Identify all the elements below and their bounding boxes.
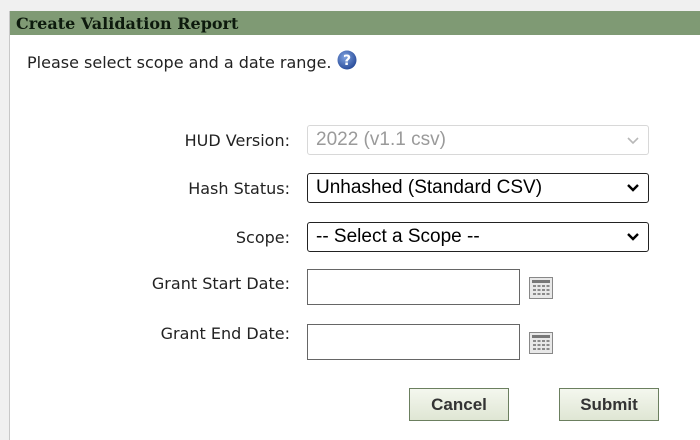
dialog-title: Create Validation Report bbox=[10, 11, 700, 35]
hud-version-select: 2022 (v1.1 csv) bbox=[307, 125, 649, 155]
chevron-down-icon bbox=[627, 233, 639, 241]
help-icon[interactable]: ? bbox=[337, 50, 357, 70]
grant-end-date-label: Grant End Date: bbox=[160, 324, 290, 343]
hash-status-row: Hash Status: Unhashed (Standard CSV) bbox=[10, 173, 700, 205]
grant-start-date-input[interactable] bbox=[307, 269, 520, 305]
intro-text: Please select scope and a date range. bbox=[27, 53, 332, 72]
grant-start-date-row: Grant Start Date: bbox=[10, 269, 700, 309]
scope-value: -- Select a Scope -- bbox=[316, 226, 480, 247]
scope-row: Scope: -- Select a Scope -- bbox=[10, 222, 700, 254]
hud-version-value: 2022 (v1.1 csv) bbox=[316, 129, 446, 150]
calendar-icon[interactable] bbox=[528, 276, 554, 300]
cancel-button[interactable]: Cancel bbox=[409, 388, 509, 421]
hash-status-label: Hash Status: bbox=[188, 179, 290, 198]
chevron-down-icon bbox=[627, 137, 639, 145]
hash-status-value: Unhashed (Standard CSV) bbox=[316, 177, 543, 198]
hud-version-row: HUD Version: 2022 (v1.1 csv) bbox=[10, 125, 700, 157]
scope-label: Scope: bbox=[235, 228, 290, 247]
calendar-icon[interactable] bbox=[528, 331, 554, 355]
grant-end-date-row: Grant End Date: bbox=[10, 324, 700, 364]
intro-text-row: Please select scope and a date range. ? bbox=[27, 50, 357, 72]
grant-end-date-input[interactable] bbox=[307, 324, 520, 360]
chevron-down-icon bbox=[627, 184, 639, 192]
svg-text:?: ? bbox=[342, 53, 350, 69]
hud-version-label: HUD Version: bbox=[184, 131, 290, 150]
validation-report-dialog: Create Validation Report Please select s… bbox=[9, 11, 700, 440]
scope-select[interactable]: -- Select a Scope -- bbox=[307, 222, 649, 252]
grant-start-date-label: Grant Start Date: bbox=[151, 274, 290, 293]
submit-button[interactable]: Submit bbox=[559, 388, 659, 421]
hash-status-select[interactable]: Unhashed (Standard CSV) bbox=[307, 173, 649, 203]
